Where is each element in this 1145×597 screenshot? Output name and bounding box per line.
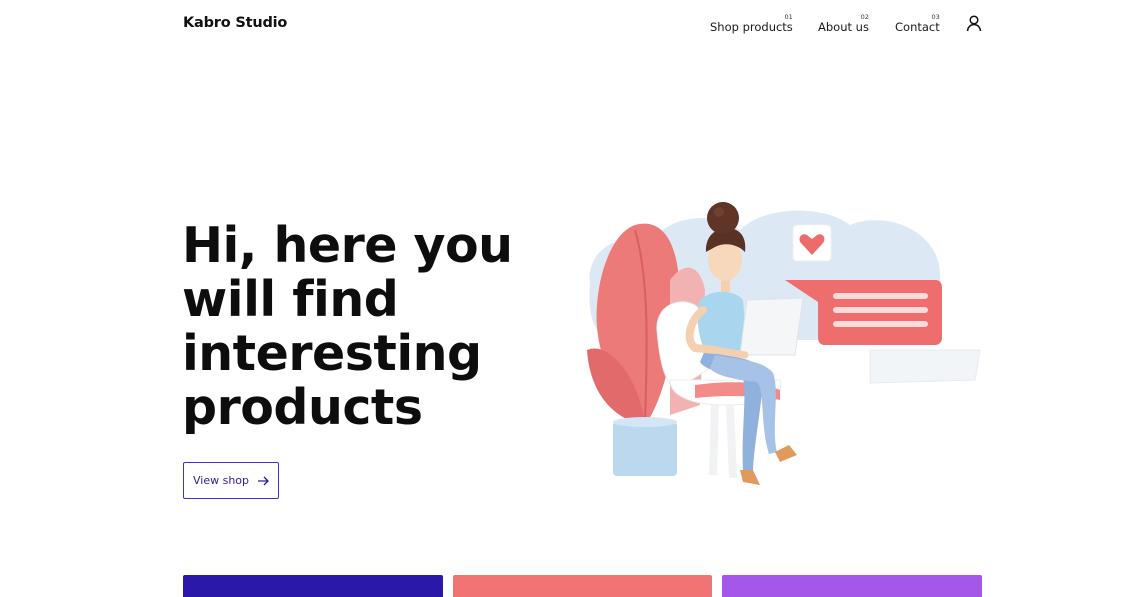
hero-title-line: interesting xyxy=(182,325,482,382)
nav-about-us-label: About us xyxy=(818,20,869,34)
nav-contact-label: Contact xyxy=(895,20,940,34)
site-header: Kabro Studio Shop products 01 About us 0… xyxy=(0,0,1145,60)
nav-shop-products-label: Shop products xyxy=(710,20,793,34)
view-shop-button[interactable]: View shop xyxy=(183,462,279,499)
hero-title: Hi, here you will find interesting produ… xyxy=(182,219,542,435)
product-card[interactable] xyxy=(722,575,982,597)
nav-contact[interactable]: Contact 03 xyxy=(895,13,940,34)
product-card[interactable] xyxy=(183,575,443,597)
nav-number: 01 xyxy=(784,13,793,21)
view-shop-label: View shop xyxy=(192,474,249,487)
arrow-right-icon xyxy=(258,476,269,485)
logo[interactable]: Kabro Studio xyxy=(183,15,287,31)
nav-shop-products[interactable]: Shop products 01 xyxy=(710,13,793,34)
nav-number: 03 xyxy=(931,13,940,21)
product-card[interactable] xyxy=(453,575,712,597)
hero-title-line: Hi, here you xyxy=(182,217,513,274)
nav-about-us[interactable]: About us 02 xyxy=(818,13,869,34)
user-icon[interactable] xyxy=(965,14,983,32)
hero-title-line: will find xyxy=(182,271,399,328)
nav-number: 02 xyxy=(860,13,869,21)
hero-title-line: products xyxy=(182,379,423,436)
woman-with-laptop-illustration xyxy=(587,202,981,485)
